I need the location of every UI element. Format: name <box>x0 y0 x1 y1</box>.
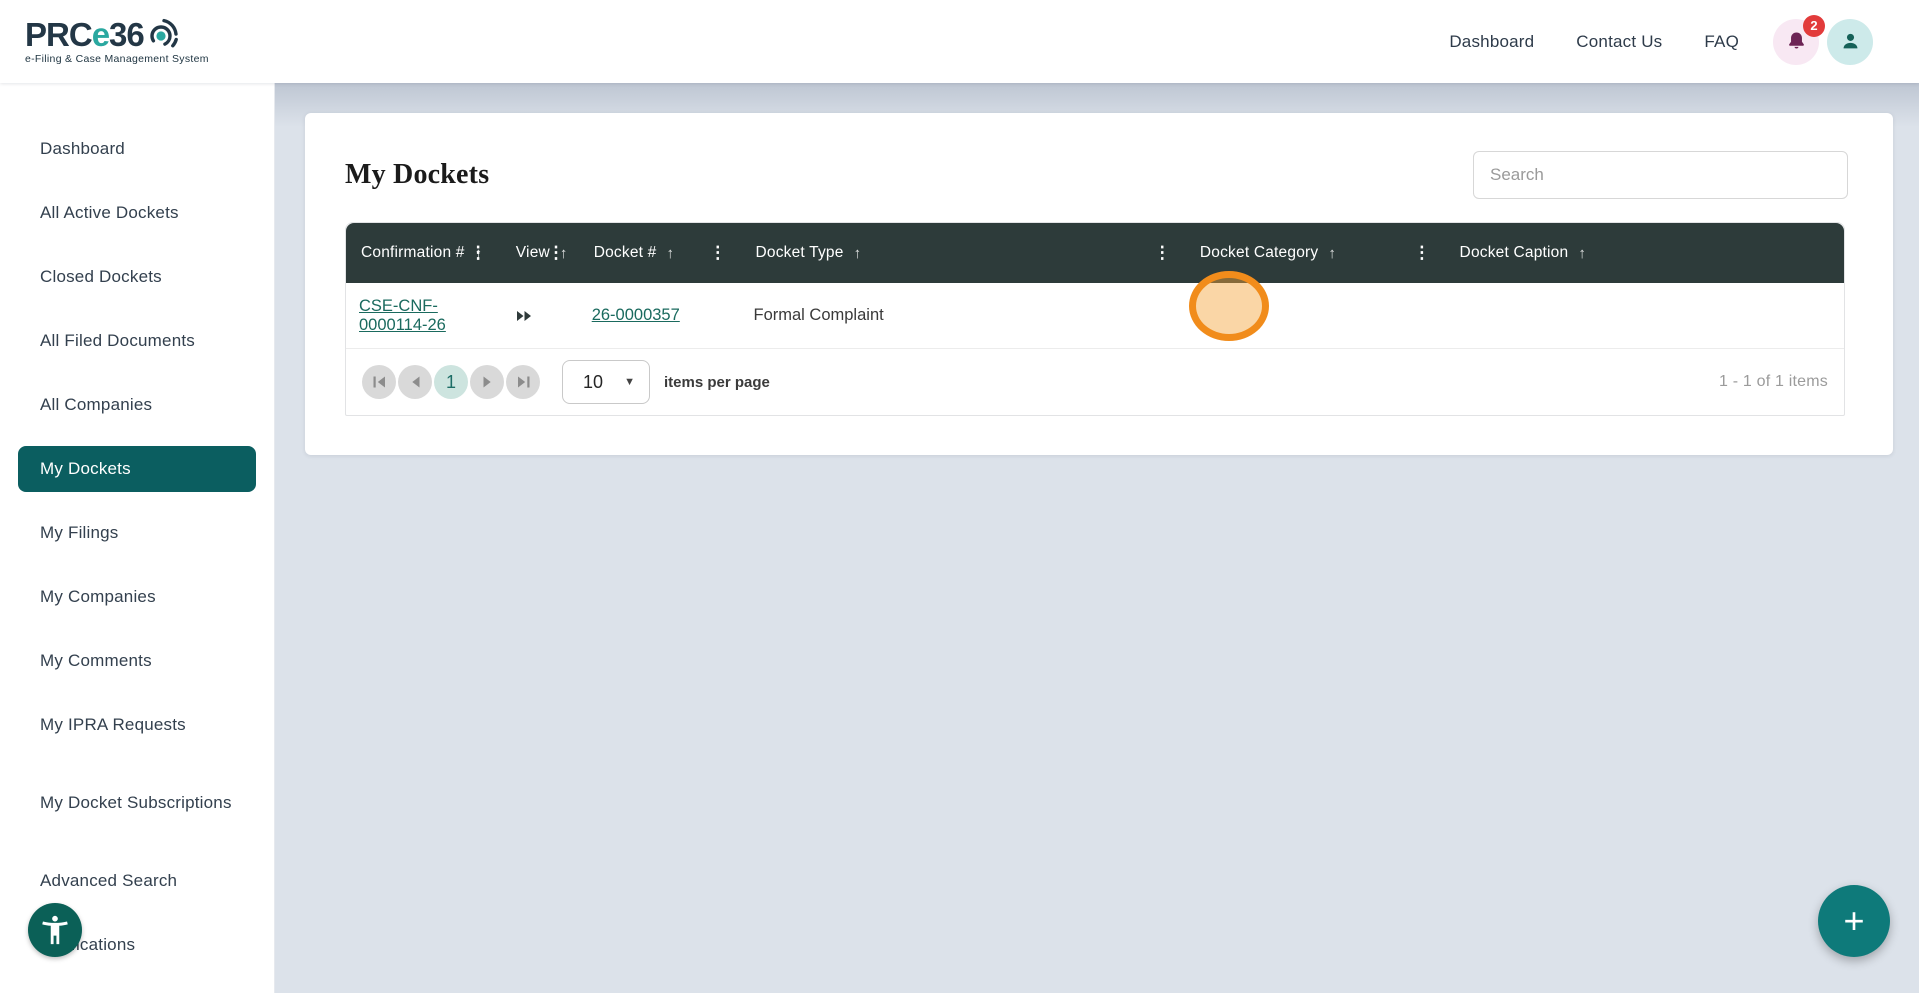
my-dockets-card: My Dockets Confirmation # ↑ ⋮ View ↑ ⋮ <box>305 113 1893 455</box>
cell-docket-category <box>1185 283 1445 348</box>
table-header-row: Confirmation # ↑ ⋮ View ↑ ⋮ Docket # ↑ ⋮ <box>346 223 1844 283</box>
page-1-button[interactable]: 1 <box>434 365 468 399</box>
column-header-docket-type[interactable]: Docket Type ↑ ⋮ <box>741 223 1185 283</box>
brand-accent-letter: e <box>92 18 109 52</box>
next-page-button[interactable] <box>470 365 504 399</box>
brand-suffix: 36 <box>109 18 144 52</box>
page-size-value: 10 <box>583 372 603 393</box>
column-label: Confirmation # <box>361 244 465 262</box>
pager-range-label: 1 - 1 of 1 items <box>1719 373 1828 391</box>
nav-link-faq[interactable]: FAQ <box>1704 32 1739 52</box>
column-header-docket-caption[interactable]: Docket Caption ↑ <box>1445 223 1844 283</box>
view-docket-button[interactable] <box>514 308 534 324</box>
fast-forward-icon <box>516 310 532 322</box>
column-menu-icon[interactable]: ⋮ <box>1407 239 1436 267</box>
sidebar-item-my-comments[interactable]: My Comments <box>0 629 274 693</box>
column-menu-icon[interactable]: ⋮ <box>703 239 732 267</box>
page-size-select[interactable]: 10 ▼ <box>562 360 650 404</box>
sidebar-item-all-filed-documents[interactable]: All Filed Documents <box>0 309 274 373</box>
main-content: My Dockets Confirmation # ↑ ⋮ View ↑ ⋮ <box>275 83 1919 993</box>
notifications-button[interactable]: 2 <box>1773 19 1819 65</box>
column-menu-icon[interactable]: ⋮ <box>464 239 493 267</box>
sidebar: Dashboard All Active Dockets Closed Dock… <box>0 83 275 993</box>
last-page-button[interactable] <box>506 365 540 399</box>
cell-docket-type: Formal Complaint <box>741 283 1185 348</box>
column-label: Docket # <box>594 244 657 262</box>
sidebar-item-my-ipra-requests[interactable]: My IPRA Requests <box>0 693 274 757</box>
accessibility-button[interactable] <box>28 903 82 957</box>
sidebar-item-all-companies[interactable]: All Companies <box>0 373 274 437</box>
notification-count-badge: 2 <box>1803 15 1825 37</box>
table-pager: 1 10 ▼ <box>346 349 1844 415</box>
dockets-table: Confirmation # ↑ ⋮ View ↑ ⋮ Docket # ↑ ⋮ <box>345 222 1845 416</box>
column-header-confirmation[interactable]: Confirmation # ↑ ⋮ <box>346 223 501 283</box>
items-per-page-label: items per page <box>664 374 770 391</box>
column-label: Docket Caption <box>1460 244 1569 262</box>
notification-bell-icon <box>1786 31 1807 52</box>
sidebar-item-my-docket-subscriptions[interactable]: My Docket Subscriptions <box>0 757 274 849</box>
column-header-docket-number[interactable]: Docket # ↑ ⋮ <box>579 223 741 283</box>
column-header-docket-category[interactable]: Docket Category ↑ ⋮ <box>1185 223 1445 283</box>
column-label: Docket Category <box>1200 244 1318 262</box>
accessibility-person-icon <box>38 913 72 947</box>
previous-page-icon <box>411 376 420 388</box>
sidebar-item-dashboard[interactable]: Dashboard <box>0 117 274 181</box>
card-header: My Dockets <box>305 113 1893 222</box>
cell-docket-number: 26-0000357 <box>579 283 741 348</box>
chevron-down-icon: ▼ <box>624 376 635 388</box>
add-button[interactable]: + <box>1818 885 1890 957</box>
brand-wordmark: PRCe36 <box>25 18 209 52</box>
screen: PRCe36 e-Filing & Case Management System… <box>0 0 1919 993</box>
sidebar-item-my-filings[interactable]: My Filings <box>0 501 274 565</box>
docket-number-link[interactable]: 26-0000357 <box>592 306 680 325</box>
sort-up-icon: ↑ <box>854 245 862 262</box>
column-header-view[interactable]: View ↑ ⋮ <box>501 223 579 283</box>
search-input[interactable] <box>1473 151 1848 199</box>
logo-target-icon <box>145 16 181 52</box>
topbar: PRCe36 e-Filing & Case Management System… <box>0 0 1919 83</box>
column-menu-icon[interactable]: ⋮ <box>542 239 571 267</box>
brand-prefix: PRC <box>25 18 92 52</box>
brand-tagline: e-Filing & Case Management System <box>25 53 209 65</box>
first-page-button[interactable] <box>362 365 396 399</box>
nav-link-contact-us[interactable]: Contact Us <box>1576 32 1662 52</box>
sidebar-item-my-dockets[interactable]: My Dockets <box>18 446 256 492</box>
first-page-icon <box>373 376 386 388</box>
sidebar-item-all-active-dockets[interactable]: All Active Dockets <box>0 181 274 245</box>
nav-link-dashboard[interactable]: Dashboard <box>1449 32 1534 52</box>
sidebar-item-advanced-search[interactable]: Advanced Search <box>0 849 274 913</box>
user-menu-button[interactable] <box>1827 19 1873 65</box>
next-page-icon <box>483 376 492 388</box>
cell-docket-caption <box>1445 283 1844 348</box>
confirmation-link[interactable]: CSE-CNF-0000114-26 <box>359 297 501 335</box>
cell-view <box>501 283 579 348</box>
sidebar-item-closed-dockets[interactable]: Closed Dockets <box>0 245 274 309</box>
last-page-icon <box>517 376 530 388</box>
docket-type-value: Formal Complaint <box>754 306 884 325</box>
column-menu-icon[interactable]: ⋮ <box>1148 239 1177 267</box>
table-row: CSE-CNF-0000114-26 26-0000357 Formal <box>346 283 1844 349</box>
cell-confirmation: CSE-CNF-0000114-26 <box>346 283 501 348</box>
brand-logo[interactable]: PRCe36 e-Filing & Case Management System <box>25 18 209 65</box>
sort-up-icon: ↑ <box>1578 245 1586 262</box>
user-avatar-icon <box>1840 31 1861 52</box>
sort-up-icon: ↑ <box>1328 245 1336 262</box>
sort-up-icon: ↑ <box>666 245 674 262</box>
column-label: Docket Type <box>756 244 844 262</box>
sidebar-item-my-companies[interactable]: My Companies <box>0 565 274 629</box>
plus-icon: + <box>1843 900 1864 942</box>
previous-page-button[interactable] <box>398 365 432 399</box>
top-navigation: Dashboard Contact Us FAQ 2 <box>1407 19 1873 65</box>
page-title: My Dockets <box>345 159 489 191</box>
